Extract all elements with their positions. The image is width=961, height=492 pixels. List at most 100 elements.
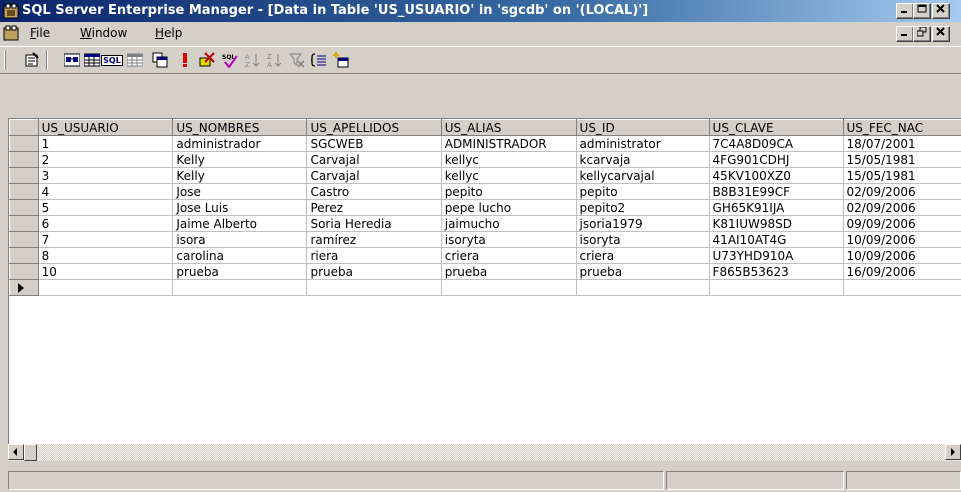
- row-selector[interactable]: [9, 167, 39, 184]
- grid-pane-button[interactable]: [83, 51, 101, 69]
- table-cell[interactable]: prueba: [575, 263, 710, 280]
- table-row[interactable]: 3 Kelly Carvajal kellyc kellycarvajal 45KV100…: [9, 167, 961, 184]
- sort-descending-button[interactable]: ZA: [266, 51, 284, 69]
- table-cell[interactable]: 7C4A8D09CA: [708, 135, 844, 152]
- enterprise-manager-icon[interactable]: [3, 3, 19, 19]
- table-cell[interactable]: SGCWEB: [306, 135, 442, 152]
- table-cell[interactable]: prueba: [306, 263, 442, 280]
- table-cell[interactable]: isoryta: [440, 231, 577, 248]
- table-row[interactable]: 8 carolina riera criera criera U73YHD910A 10/0…: [9, 247, 961, 264]
- table-cell[interactable]: ramírez: [306, 231, 442, 248]
- table-cell[interactable]: isoryta: [575, 231, 710, 248]
- table-cell[interactable]: carolina: [172, 247, 308, 264]
- row-selector[interactable]: [9, 263, 39, 280]
- table-cell[interactable]: prueba: [440, 263, 577, 280]
- table-cell[interactable]: 15/05/1981: [842, 151, 961, 168]
- table-cell[interactable]: Jose: [172, 183, 308, 200]
- table-cell[interactable]: 10/09/2006: [842, 247, 961, 264]
- table-cell[interactable]: 16/09/2006: [842, 263, 961, 280]
- table-cell[interactable]: [37, 279, 174, 296]
- table-cell[interactable]: Jose Luis: [172, 199, 308, 216]
- table-cell[interactable]: [172, 279, 308, 296]
- table-cell[interactable]: Perez: [306, 199, 442, 216]
- table-cell[interactable]: [306, 279, 442, 296]
- table-cell[interactable]: 41AI10AT4G: [708, 231, 844, 248]
- table-cell[interactable]: 02/09/2006: [842, 183, 961, 200]
- table-cell[interactable]: [440, 279, 577, 296]
- table-cell[interactable]: 10: [37, 263, 174, 280]
- row-selector[interactable]: [9, 151, 39, 168]
- table-cell[interactable]: Kelly: [172, 151, 308, 168]
- column-header[interactable]: US_ALIAS: [440, 119, 577, 136]
- table-cell[interactable]: administrador: [172, 135, 308, 152]
- mdi-restore-button[interactable]: [913, 26, 931, 42]
- cancel-button[interactable]: [198, 51, 216, 69]
- mdi-minimize-button[interactable]: [896, 26, 914, 42]
- table-cell[interactable]: kellyc: [440, 151, 577, 168]
- table-cell[interactable]: pepito: [440, 183, 577, 200]
- table-cell[interactable]: 4: [37, 183, 174, 200]
- table-cell[interactable]: [708, 279, 844, 296]
- diagram-pane-button[interactable]: [63, 51, 81, 69]
- table-cell[interactable]: Soria Heredia: [306, 215, 442, 232]
- table-cell[interactable]: jaimucho: [440, 215, 577, 232]
- table-cell[interactable]: administrator: [575, 135, 710, 152]
- table-cell[interactable]: isora: [172, 231, 308, 248]
- table-cell[interactable]: criera: [575, 247, 710, 264]
- table-cell[interactable]: kellycarvajal: [575, 167, 710, 184]
- results-grid[interactable]: US_USUARIO US_NOMBRES US_APELLIDOS US_AL…: [8, 118, 961, 445]
- table-cell[interactable]: jsoria1979: [575, 215, 710, 232]
- row-selector[interactable]: [9, 135, 39, 152]
- table-cell[interactable]: criera: [440, 247, 577, 264]
- table-cell[interactable]: 7: [37, 231, 174, 248]
- table-cell[interactable]: U73YHD910A: [708, 247, 844, 264]
- row-selector[interactable]: [9, 183, 39, 200]
- column-header[interactable]: US_USUARIO: [37, 119, 174, 136]
- table-cell[interactable]: kellyc: [440, 167, 577, 184]
- horizontal-scrollbar[interactable]: [8, 444, 961, 461]
- table-cell[interactable]: 18/07/2001: [842, 135, 961, 152]
- table-row[interactable]: 5 Jose Luis Perez pepe lucho pepito2 GH65K91I…: [9, 199, 961, 216]
- table-row[interactable]: 2 Kelly Carvajal kellyc kcarvaja 4FG901CDHJ 15…: [9, 151, 961, 168]
- table-row[interactable]: 10 prueba prueba prueba prueba F865B53623 16/0…: [9, 263, 961, 280]
- row-selector[interactable]: [9, 199, 39, 216]
- results-pane-button[interactable]: [126, 51, 144, 69]
- table-cell[interactable]: 1: [37, 135, 174, 152]
- table-cell[interactable]: 6: [37, 215, 174, 232]
- table-cell[interactable]: 8: [37, 247, 174, 264]
- column-header[interactable]: US_FEC_NAC: [842, 119, 961, 136]
- column-header[interactable]: US_APELLIDOS: [306, 119, 442, 136]
- table-cell[interactable]: 5: [37, 199, 174, 216]
- table-cell[interactable]: [842, 279, 961, 296]
- table-cell[interactable]: Kelly: [172, 167, 308, 184]
- column-header[interactable]: US_ID: [575, 119, 710, 136]
- table-cell[interactable]: 02/09/2006: [842, 199, 961, 216]
- sort-ascending-button[interactable]: AZ: [244, 51, 262, 69]
- scroll-thumb[interactable]: [24, 444, 37, 461]
- table-cell[interactable]: Jaime Alberto: [172, 215, 308, 232]
- table-cell[interactable]: pepe lucho: [440, 199, 577, 216]
- maximize-button[interactable]: [913, 3, 931, 19]
- row-selector[interactable]: [9, 231, 39, 248]
- new-record-row[interactable]: [9, 279, 961, 296]
- row-selector[interactable]: [9, 215, 39, 232]
- menu-window[interactable]: Window: [80, 26, 127, 40]
- table-cell[interactable]: prueba: [172, 263, 308, 280]
- table-cell[interactable]: 09/09/2006: [842, 215, 961, 232]
- table-cell[interactable]: 10/09/2006: [842, 231, 961, 248]
- minimize-button[interactable]: [896, 3, 914, 19]
- verify-sql-button[interactable]: SQL: [221, 51, 239, 69]
- table-cell[interactable]: Carvajal: [306, 167, 442, 184]
- close-button[interactable]: [932, 3, 950, 19]
- scroll-left-button[interactable]: [8, 444, 24, 460]
- table-cell[interactable]: B8B31E99CF: [708, 183, 844, 200]
- table-cell[interactable]: F865B53623: [708, 263, 844, 280]
- row-selector[interactable]: [9, 247, 39, 264]
- table-cell[interactable]: GH65K91IJA: [708, 199, 844, 216]
- table-cell[interactable]: [575, 279, 710, 296]
- table-cell[interactable]: 3: [37, 167, 174, 184]
- table-cell[interactable]: kcarvaja: [575, 151, 710, 168]
- table-cell[interactable]: ADMINISTRADOR: [440, 135, 577, 152]
- properties-button[interactable]: [23, 51, 41, 69]
- table-row[interactable]: 6 Jaime Alberto Soria Heredia jaimucho jsori…: [9, 215, 961, 232]
